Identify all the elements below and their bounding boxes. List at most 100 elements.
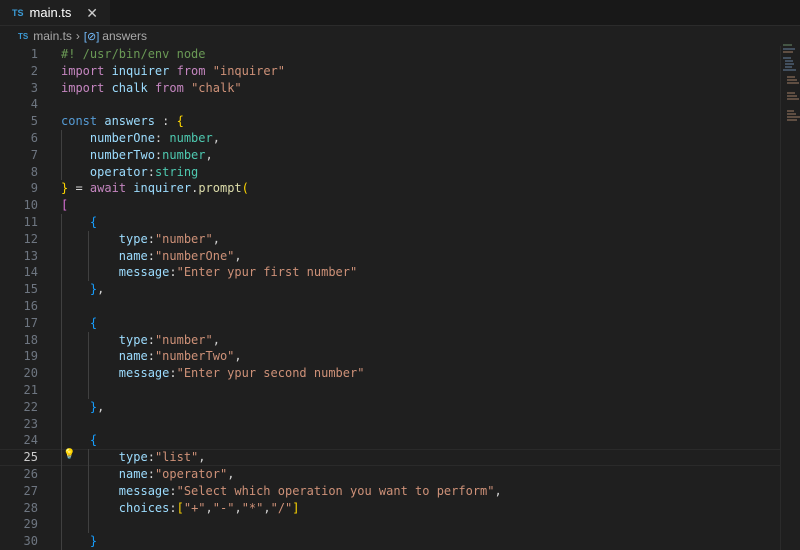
code-token: const <box>61 114 98 129</box>
close-icon[interactable]: ✕ <box>86 5 98 22</box>
code-token: name <box>61 248 148 263</box>
code-line[interactable]: 16 <box>0 298 780 315</box>
code-token: "list" <box>154 450 199 465</box>
code-line[interactable]: 24 { <box>0 432 780 449</box>
indent-guide <box>61 214 62 550</box>
code-token: #! /usr/bin/env node <box>61 47 206 61</box>
code-token: : <box>147 231 155 246</box>
code-line[interactable]: 11 { <box>0 214 780 231</box>
code-token: operator <box>61 164 148 179</box>
code-line[interactable]: 15 }, <box>0 281 780 298</box>
line-number: 19 <box>23 349 38 364</box>
breadcrumb: TS main.ts › [⊘] answers <box>0 26 800 46</box>
code-text: type:"number", <box>61 231 220 248</box>
code-line[interactable]: 20 message:"Enter ypur second number" <box>0 365 780 382</box>
chevron-right-icon: › <box>75 29 80 43</box>
code-line[interactable]: 2 import inquirer from "inquirer" <box>0 63 780 80</box>
code-line[interactable]: 7 numberTwo:number, <box>0 147 780 164</box>
scrollbar-track[interactable] <box>780 46 781 550</box>
line-number: 28 <box>23 500 38 515</box>
line-number: 5 <box>30 114 38 129</box>
tab-bar: TS main.ts ✕ <box>0 0 800 26</box>
code-line[interactable]: 10 [ <box>0 197 780 214</box>
code-token: : <box>169 265 177 280</box>
line-number: 11 <box>23 215 38 229</box>
line-number: 10 <box>23 198 38 213</box>
code-token: ( <box>241 181 249 196</box>
code-line[interactable]: 9} = await inquirer.prompt( <box>0 180 780 197</box>
code-token: , <box>212 131 220 145</box>
code-line[interactable]: 28 choices:["+","-","*","/"] <box>0 500 780 517</box>
indent-guide <box>61 130 62 181</box>
code-token: ] <box>292 500 300 515</box>
line-number: 7 <box>30 147 38 162</box>
code-token: : <box>147 349 155 364</box>
code-token: number <box>162 147 206 162</box>
code-line[interactable]: 18 type:"number", <box>0 332 780 349</box>
code-token: , <box>263 500 271 515</box>
line-number: 3 <box>30 80 38 95</box>
code-line[interactable]: 17 { <box>0 315 780 332</box>
code-token: } <box>61 399 98 414</box>
code-line[interactable]: 14 message:"Enter ypur first number" <box>0 264 780 281</box>
code-token: , <box>234 500 242 515</box>
breadcrumb-file[interactable]: main.ts <box>33 29 72 43</box>
code-line[interactable]: 22 }, <box>0 399 780 416</box>
code-token: } <box>61 534 98 549</box>
code-text: type:"list", <box>61 450 206 465</box>
line-number: 2 <box>30 63 38 78</box>
code-line[interactable]: 5 const answers : { <box>0 113 780 130</box>
code-line[interactable]: 6 numberOne: number, <box>0 130 780 147</box>
code-token: , <box>494 483 502 498</box>
code-token: name <box>61 349 148 364</box>
code-line[interactable]: 12 type:"number", <box>0 231 780 248</box>
code-line[interactable]: 21 <box>0 382 780 399</box>
code-line[interactable]: 25 type:"list", <box>0 449 780 467</box>
code-line[interactable]: 3 import chalk from "chalk" <box>0 80 780 97</box>
line-number: 15 <box>23 282 38 297</box>
code-line[interactable]: 29 <box>0 516 780 533</box>
breadcrumb-symbol[interactable]: answers <box>102 29 147 43</box>
code-line[interactable]: 8 operator:string <box>0 164 780 181</box>
code-token: inquirer <box>104 63 177 78</box>
line-number: 16 <box>23 299 38 313</box>
indent-guide <box>88 449 89 534</box>
tab-label: main.ts <box>29 5 72 20</box>
line-number: 14 <box>23 265 38 280</box>
line-number: 9 <box>30 181 38 196</box>
code-token: : <box>169 483 177 498</box>
code-token: chalk <box>104 80 155 95</box>
line-number: 8 <box>30 164 38 179</box>
line-number: 23 <box>23 416 38 431</box>
code-editor[interactable]: 1 #! /usr/bin/env node 2 import inquirer fr… <box>0 46 780 550</box>
code-line[interactable]: 19 name:"numberTwo", <box>0 348 780 365</box>
code-token: import <box>61 80 105 95</box>
code-text: { <box>61 214 97 231</box>
code-line[interactable]: 30 } <box>0 533 780 550</box>
tab-main-ts[interactable]: TS main.ts ✕ <box>0 0 110 25</box>
code-token: "number" <box>154 332 213 347</box>
code-line[interactable]: 26 name:"operator", <box>0 466 780 483</box>
code-token: : <box>162 114 177 129</box>
line-number: 6 <box>30 131 38 145</box>
line-number: 22 <box>23 399 38 414</box>
code-token: [ <box>176 500 184 515</box>
lightbulb-icon[interactable]: 💡 <box>63 449 75 460</box>
code-token: await <box>89 181 127 196</box>
code-token: numberTwo <box>61 147 155 162</box>
code-line[interactable]: 1 #! /usr/bin/env node <box>0 46 780 63</box>
code-line[interactable]: 13 name:"numberOne", <box>0 248 780 265</box>
line-number: 4 <box>30 97 38 112</box>
code-text: { <box>61 315 97 332</box>
code-token: : <box>147 467 155 481</box>
code-line[interactable]: 27 message:"Select which operation you w… <box>0 483 780 500</box>
minimap[interactable] <box>783 40 800 140</box>
code-line[interactable]: 23 <box>0 416 780 433</box>
code-line[interactable]: 4 <box>0 96 780 113</box>
code-text: import inquirer from "inquirer" <box>61 63 285 80</box>
indent-guide <box>88 331 89 399</box>
code-token: number <box>169 131 213 145</box>
code-text: message:"Enter ypur first number" <box>61 264 357 281</box>
code-token: , <box>97 282 105 297</box>
code-token: "number" <box>154 231 213 246</box>
